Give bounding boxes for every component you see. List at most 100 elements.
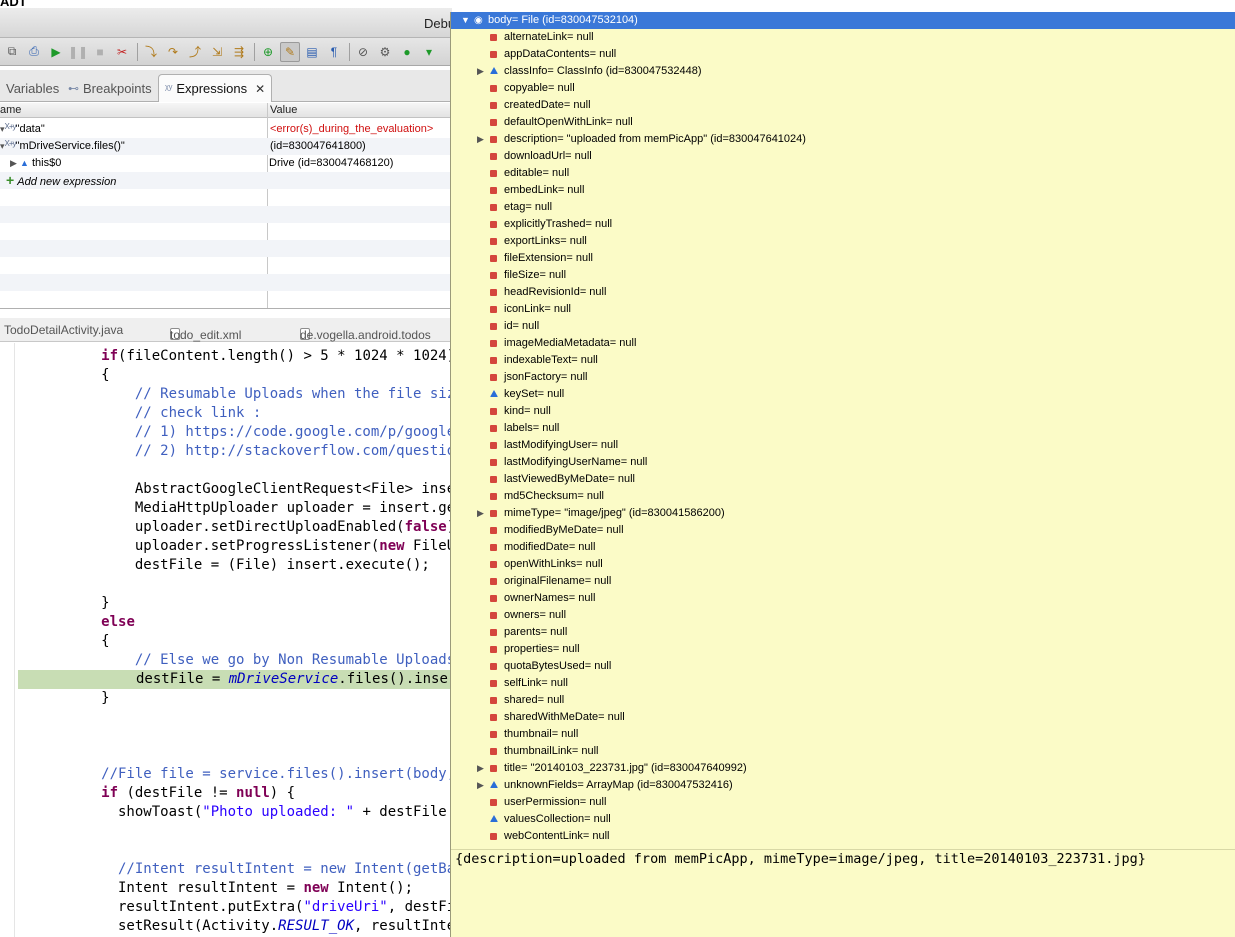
field-label: fileExtension= null: [504, 252, 593, 264]
table-row[interactable]: ▶ ▲ this$0 Drive (id=830047468120): [0, 155, 452, 172]
resume-icon[interactable]: ▶: [46, 42, 66, 62]
code-line[interactable]: //Intent resultIntent = new Intent(getBa…: [0, 860, 452, 879]
private-field-icon: [490, 561, 497, 568]
code-line[interactable]: destFile = mDriveService.files().insert(: [18, 670, 452, 689]
code-line[interactable]: {: [0, 366, 109, 385]
collapse-icon[interactable]: ▼: [461, 12, 470, 29]
tab-breakpoints[interactable]: ⊷ Breakpoints: [62, 74, 158, 102]
run-icon[interactable]: ●: [397, 42, 417, 62]
debug-settings-icon[interactable]: ⚙: [375, 42, 395, 62]
step-over-icon[interactable]: ↷: [163, 42, 183, 62]
package-field-icon: [490, 815, 498, 822]
use-step-filters-icon[interactable]: ⎙: [24, 42, 44, 62]
field-label: shared= null: [504, 694, 565, 706]
code-editor[interactable]: if(fileContent.length() > 5 * 1024 * 102…: [0, 343, 452, 937]
collapse-icon[interactable]: ▾: [0, 141, 5, 151]
use-step-filters-toggle-icon[interactable]: ⇶: [229, 42, 249, 62]
add-icon: +: [6, 172, 15, 188]
code-line[interactable]: uploader.setProgressListener(new FileUpl: [0, 537, 452, 556]
disconnect-icon[interactable]: ✂: [112, 42, 132, 62]
code-line[interactable]: // check link :: [0, 404, 261, 423]
code-line[interactable]: // Else we go by Non Resumable Uploads,: [0, 651, 452, 670]
expressions-icon: ᵡʸ: [165, 82, 173, 95]
code-line[interactable]: Intent resultIntent = new Intent();: [0, 879, 413, 898]
field-label: owners= null: [504, 609, 567, 621]
tab-label: de.vogella.android.todos: [300, 328, 431, 342]
remove-launches-icon[interactable]: ⧉: [2, 42, 22, 62]
table-row[interactable]: ▾X+y"mDriveService.files()" (id=83004764…: [0, 138, 452, 155]
private-field-icon: [490, 221, 497, 228]
toggle-whitespace-icon[interactable]: ¶: [324, 42, 344, 62]
empty-row: [0, 189, 452, 206]
private-field-icon: [490, 323, 497, 330]
field-label: properties= null: [504, 643, 580, 655]
field-label: headRevisionId= null: [504, 286, 607, 298]
show-source-icon[interactable]: ▤: [302, 42, 322, 62]
expand-icon[interactable]: ▶: [477, 505, 484, 522]
code-line[interactable]: setResult(Activity.RESULT_OK, resultInte…: [0, 917, 452, 936]
expand-icon[interactable]: ▶: [477, 777, 484, 794]
code-line[interactable]: }: [0, 594, 109, 613]
code-line[interactable]: uploader.setDirectUploadEnabled(false);: [0, 518, 452, 537]
private-field-icon: [490, 408, 497, 415]
private-field-icon: [490, 170, 497, 177]
private-field-icon: [490, 714, 497, 721]
expand-icon[interactable]: ▶: [477, 63, 484, 80]
code-line[interactable]: // Resumable Uploads when the file size: [0, 385, 452, 404]
private-field-icon: [490, 680, 497, 687]
highlight-icon[interactable]: ✎: [280, 41, 300, 62]
package-field-icon: [490, 390, 498, 397]
code-line[interactable]: }: [0, 689, 109, 708]
private-field-icon: [490, 85, 497, 92]
field-label: exportLinks= null: [504, 235, 587, 247]
drop-to-frame-icon[interactable]: ⇲: [207, 42, 227, 62]
expression-name: "data": [15, 123, 45, 135]
close-icon[interactable]: ✕: [255, 82, 265, 96]
run-dropdown-icon[interactable]: ▾: [419, 42, 439, 62]
collapse-icon[interactable]: ▾: [0, 124, 5, 134]
table-row[interactable]: ▾X+y"data" <error(s)_during_the_evaluati…: [0, 121, 452, 138]
field-label: lastModifyingUser= null: [504, 439, 619, 451]
expand-icon[interactable]: ▶: [477, 131, 484, 148]
open-perspective-icon[interactable]: ⊕: [258, 42, 278, 62]
local-variable-icon: ◉: [474, 15, 483, 26]
column-header-name[interactable]: ame: [0, 104, 21, 116]
view-tab-bar: Variables ⊷ Breakpoints ᵡʸ Expressions ✕: [0, 70, 452, 102]
code-line[interactable]: //File file = service.files().insert(bod…: [0, 765, 452, 784]
inspector-root-label: body= File (id=830047532104): [488, 14, 638, 26]
tab-variables[interactable]: Variables: [0, 74, 65, 102]
field-label: originalFilename= null: [504, 575, 612, 587]
code-line[interactable]: if(fileContent.length() > 5 * 1024 * 102…: [0, 347, 452, 366]
code-line[interactable]: if (destFile != null) {: [0, 784, 295, 803]
skip-breakpoints-icon[interactable]: ⊘: [353, 42, 373, 62]
expand-icon[interactable]: ▶: [477, 760, 484, 777]
tab-expressions[interactable]: ᵡʸ Expressions ✕: [158, 74, 273, 102]
step-return-icon[interactable]: ⤴: [185, 42, 205, 62]
code-line[interactable]: else: [0, 613, 135, 632]
code-line[interactable]: resultIntent.putExtra("driveUri", destFi…: [0, 898, 452, 917]
field-label: thumbnail= null: [504, 728, 579, 740]
private-field-icon: [490, 646, 497, 653]
field-label: thumbnailLink= null: [504, 745, 599, 757]
step-into-icon[interactable]: ⤵: [141, 42, 161, 62]
terminate-icon[interactable]: ■: [90, 42, 110, 62]
editor-tab-bar: TodoDetailActivity.java todo_edit.xml de…: [0, 318, 452, 342]
field-label: iconLink= null: [504, 303, 571, 315]
code-line[interactable]: // 2) http://stackoverflow.com/questions: [0, 442, 452, 461]
column-header-value[interactable]: Value: [270, 104, 297, 116]
add-expression-row[interactable]: + Add new expression: [0, 172, 452, 189]
suspend-icon[interactable]: ❚❚: [68, 42, 88, 62]
code-line[interactable]: destFile = (File) insert.execute();: [0, 556, 430, 575]
code-line[interactable]: MediaHttpUploader uploader = insert.getM: [0, 499, 452, 518]
code-line[interactable]: AbstractGoogleClientRequest<File> insert: [0, 480, 452, 499]
private-field-icon: [490, 527, 497, 534]
code-line[interactable]: // 1) https://code.google.com/p/google-a: [0, 423, 452, 442]
inspector-root-row[interactable]: ▼ ◉ body= File (id=830047532104): [451, 12, 1235, 29]
field-label: downloadUrl= null: [504, 150, 592, 162]
private-field-icon: [490, 289, 497, 296]
code-line[interactable]: {: [0, 632, 109, 651]
code-line[interactable]: showToast("Photo uploaded: " + destFile.…: [0, 803, 452, 822]
tab-todo-detail-activity[interactable]: TodoDetailActivity.java: [4, 323, 123, 337]
field-label: indexableText= null: [504, 354, 598, 366]
expand-icon[interactable]: ▶: [10, 158, 17, 168]
